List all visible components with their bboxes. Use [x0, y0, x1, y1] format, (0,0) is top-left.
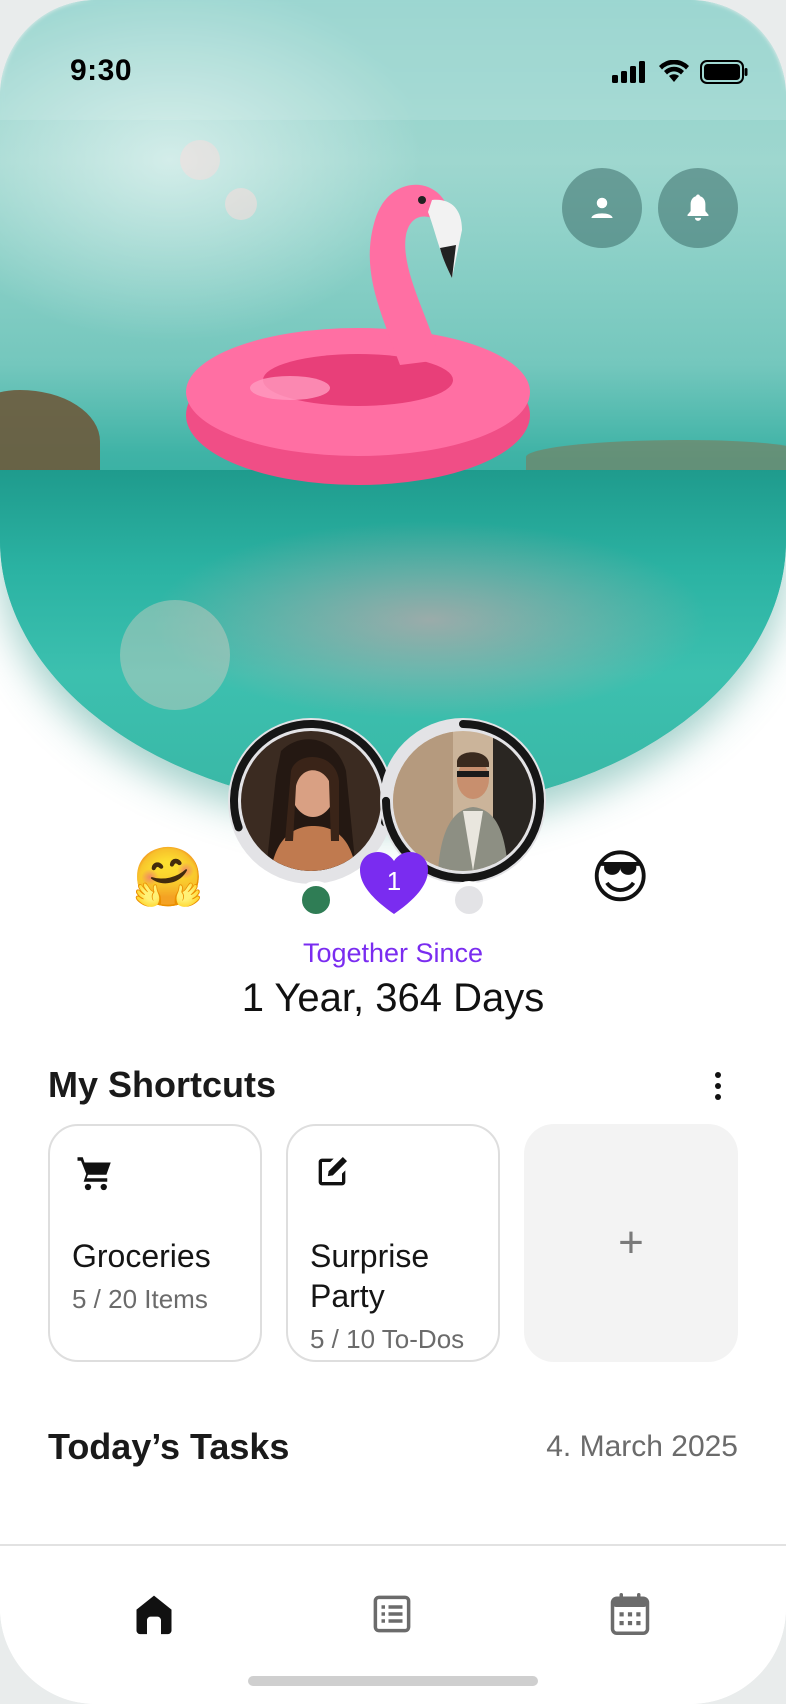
app-screen: 9:30 1 🤗 😎 Together Since 1 Year, 364 Da…: [0, 0, 786, 1704]
tab-home[interactable]: [124, 1584, 184, 1644]
shortcut-subtitle: 5 / 20 Items: [72, 1284, 208, 1314]
shortcuts-title: My Shortcuts: [48, 1064, 277, 1105]
together-since-value: 1 Year, 364 Days: [241, 976, 545, 1020]
partner-right-mood-emoji[interactable]: 😎: [590, 848, 650, 906]
shortcut-title: Surprise Party: [310, 1238, 430, 1314]
shortcut-title: Groceries: [72, 1238, 211, 1274]
shortcut-card-surprise-party[interactable]: Surprise Party 5 / 10 To-Dos: [286, 1124, 500, 1362]
partner-left-status-dot: [297, 881, 335, 919]
person-icon: [591, 197, 613, 218]
tasks-date: 4. March 2025: [546, 1430, 738, 1463]
cart-icon: [77, 1157, 111, 1191]
together-since-label: Together Since: [302, 938, 484, 968]
plus-icon: +: [618, 1218, 644, 1267]
bell-icon: [687, 194, 709, 221]
profile-button[interactable]: [562, 168, 642, 248]
shortcut-card-groceries[interactable]: Groceries 5 / 20 Items: [48, 1124, 262, 1362]
hero-photo: [0, 0, 786, 810]
list-icon: [373, 1595, 411, 1633]
shortcuts-more-button[interactable]: [706, 1068, 730, 1104]
status-time: 9:30: [70, 54, 133, 87]
partner-left-mood-emoji[interactable]: 🤗: [132, 848, 204, 906]
calendar-icon: [610, 1593, 650, 1635]
edit-icon: [318, 1157, 347, 1186]
tab-list[interactable]: [362, 1584, 422, 1644]
more-icon: [715, 1072, 721, 1078]
status-bar: 9:30: [0, 0, 786, 120]
battery-icon: [700, 60, 748, 84]
signal-icon: [612, 61, 645, 83]
notifications-button[interactable]: [658, 168, 738, 248]
tab-calendar[interactable]: [600, 1584, 660, 1644]
add-shortcut-button[interactable]: +: [524, 1124, 738, 1362]
shortcut-subtitle: 5 / 10 To-Dos: [310, 1324, 465, 1354]
partner-right-status-dot: [450, 881, 488, 919]
home-icon: [136, 1595, 172, 1635]
todays-tasks-title: Today’s Tasks: [48, 1426, 290, 1467]
heart-count: 1: [386, 866, 402, 896]
wifi-icon: [659, 60, 689, 82]
flamingo-illustration: [186, 184, 530, 485]
home-indicator[interactable]: [248, 1676, 538, 1686]
